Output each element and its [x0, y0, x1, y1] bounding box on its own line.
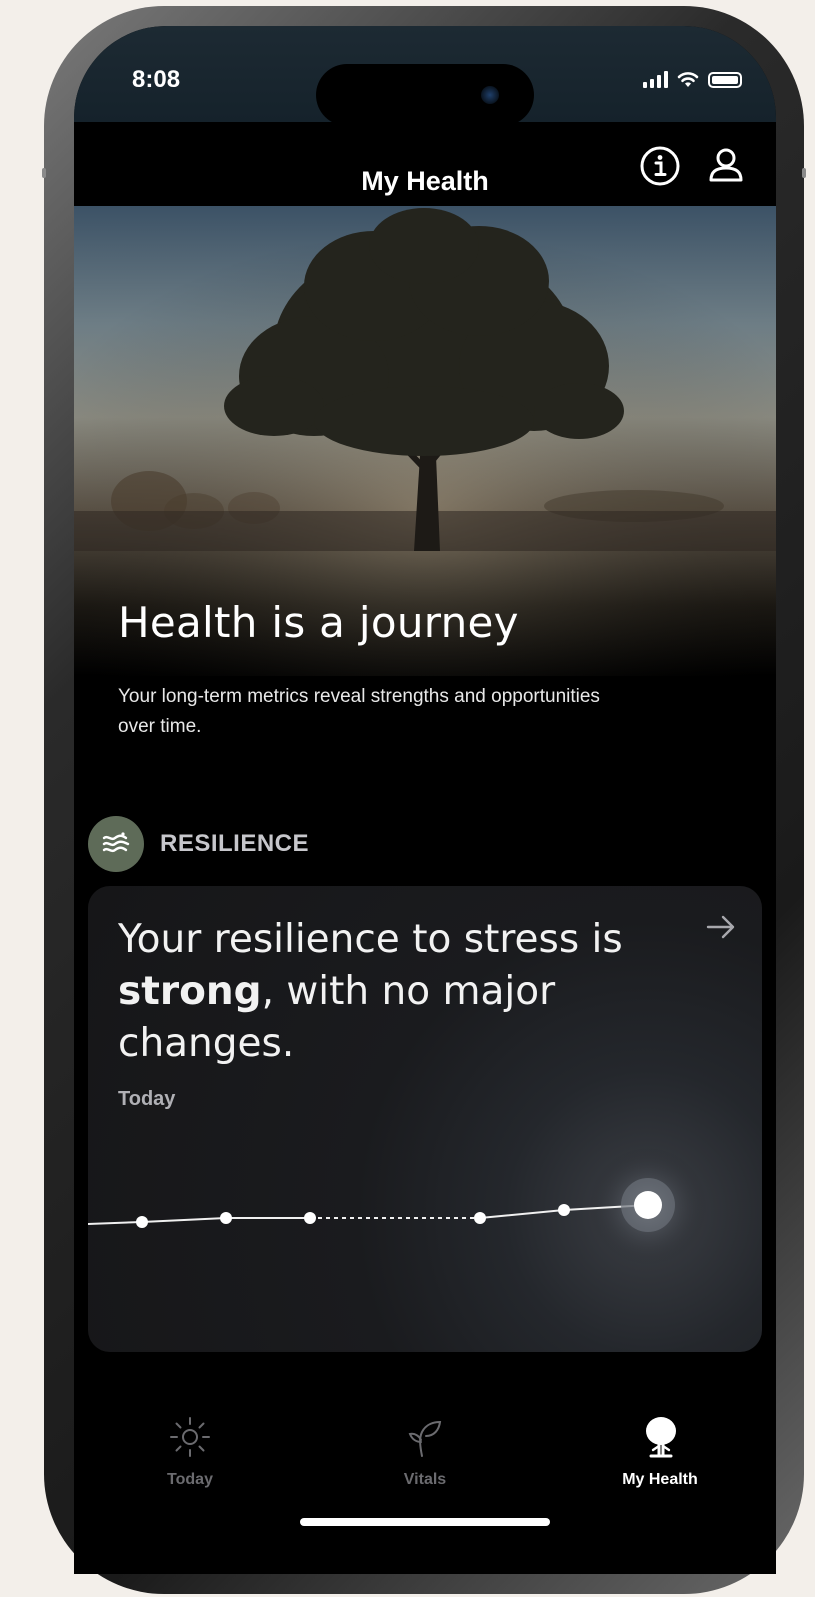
side-button — [42, 168, 46, 178]
screen: 8:08 My Health Health is a journey Your … — [74, 26, 776, 1574]
sun-icon — [170, 1417, 210, 1457]
resilience-trend-chart — [88, 1146, 708, 1266]
dynamic-island — [316, 64, 534, 126]
wind-icon — [88, 816, 144, 872]
side-button — [802, 168, 806, 178]
status-bar: 8:08 — [74, 26, 776, 126]
status-time: 8:08 — [132, 66, 181, 93]
chart-point — [558, 1204, 570, 1216]
battery-icon — [708, 72, 742, 88]
tab-label: Vitals — [403, 1471, 447, 1488]
tab-today[interactable]: Today — [120, 1414, 260, 1489]
tab-vitals[interactable]: Vitals — [355, 1414, 495, 1489]
hero-subtitle: Your long-term metrics reveal strengths … — [118, 686, 600, 737]
tab-label: My Health — [622, 1471, 698, 1488]
sprout-icon — [408, 1420, 442, 1457]
camera-icon — [481, 86, 499, 104]
tree-icon — [646, 1417, 676, 1458]
hero-title: Health is a journey — [118, 598, 519, 647]
signal-icon — [643, 70, 668, 88]
tab-label: Today — [167, 1471, 213, 1488]
tab-bar: Today Vitals My Health — [74, 1386, 776, 1574]
section-label: RESILIENCE — [160, 830, 310, 857]
tab-my-health[interactable]: My Health — [590, 1414, 730, 1489]
profile-icon[interactable] — [704, 144, 748, 188]
chart-point-today-dot — [634, 1191, 662, 1219]
chart-point — [136, 1216, 148, 1228]
chart-point — [474, 1212, 486, 1224]
resilience-section-header: RESILIENCE — [88, 816, 309, 872]
status-icons — [643, 70, 742, 88]
chart-point — [304, 1212, 316, 1224]
wifi-icon — [677, 72, 699, 87]
resilience-card[interactable]: Your resilience to stress is strong, wit… — [88, 886, 762, 1352]
home-indicator[interactable] — [300, 1518, 550, 1526]
info-icon[interactable] — [638, 144, 682, 188]
chart-point — [220, 1212, 232, 1224]
